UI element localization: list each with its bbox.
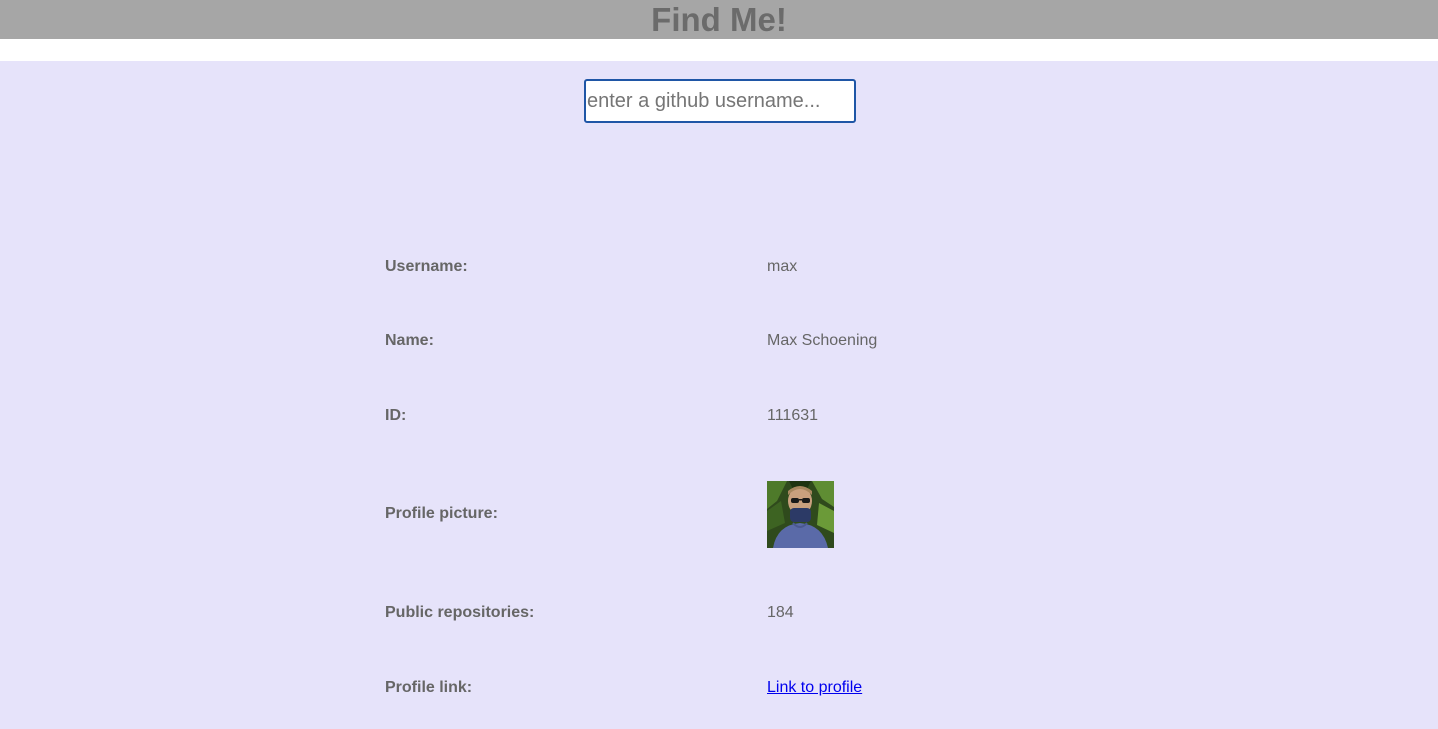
page-header: Find Me!	[0, 0, 1438, 39]
public-repos-value: 184	[767, 604, 794, 621]
avatar	[767, 481, 834, 548]
id-row: ID: 111631	[385, 404, 1085, 428]
username-value: max	[767, 258, 798, 275]
name-row: Name: Max Schoening	[385, 329, 1085, 353]
name-value: Max Schoening	[767, 332, 878, 349]
page-title: Find Me!	[651, 1, 787, 38]
public-repos-row: Public repositories: 184	[385, 601, 1085, 625]
username-label: Username:	[385, 258, 468, 275]
username-row: Username: max	[385, 255, 1085, 279]
main-content: Username: max Name: Max Schoening ID: 11…	[0, 61, 1438, 729]
name-label: Name:	[385, 332, 434, 349]
profile-link-row: Profile link: Link to profile	[385, 676, 1085, 700]
profile-picture-row: Profile picture:	[385, 481, 1085, 548]
profile-link-label: Profile link:	[385, 679, 473, 696]
id-label: ID:	[385, 407, 407, 424]
public-repos-label: Public repositories:	[385, 604, 535, 621]
username-search-input[interactable]	[584, 79, 856, 123]
profile-link-value: Link to profile	[767, 676, 862, 700]
id-value: 111631	[767, 407, 819, 424]
profile-picture-label: Profile picture:	[385, 505, 498, 522]
profile-link[interactable]: Link to profile	[767, 679, 862, 696]
